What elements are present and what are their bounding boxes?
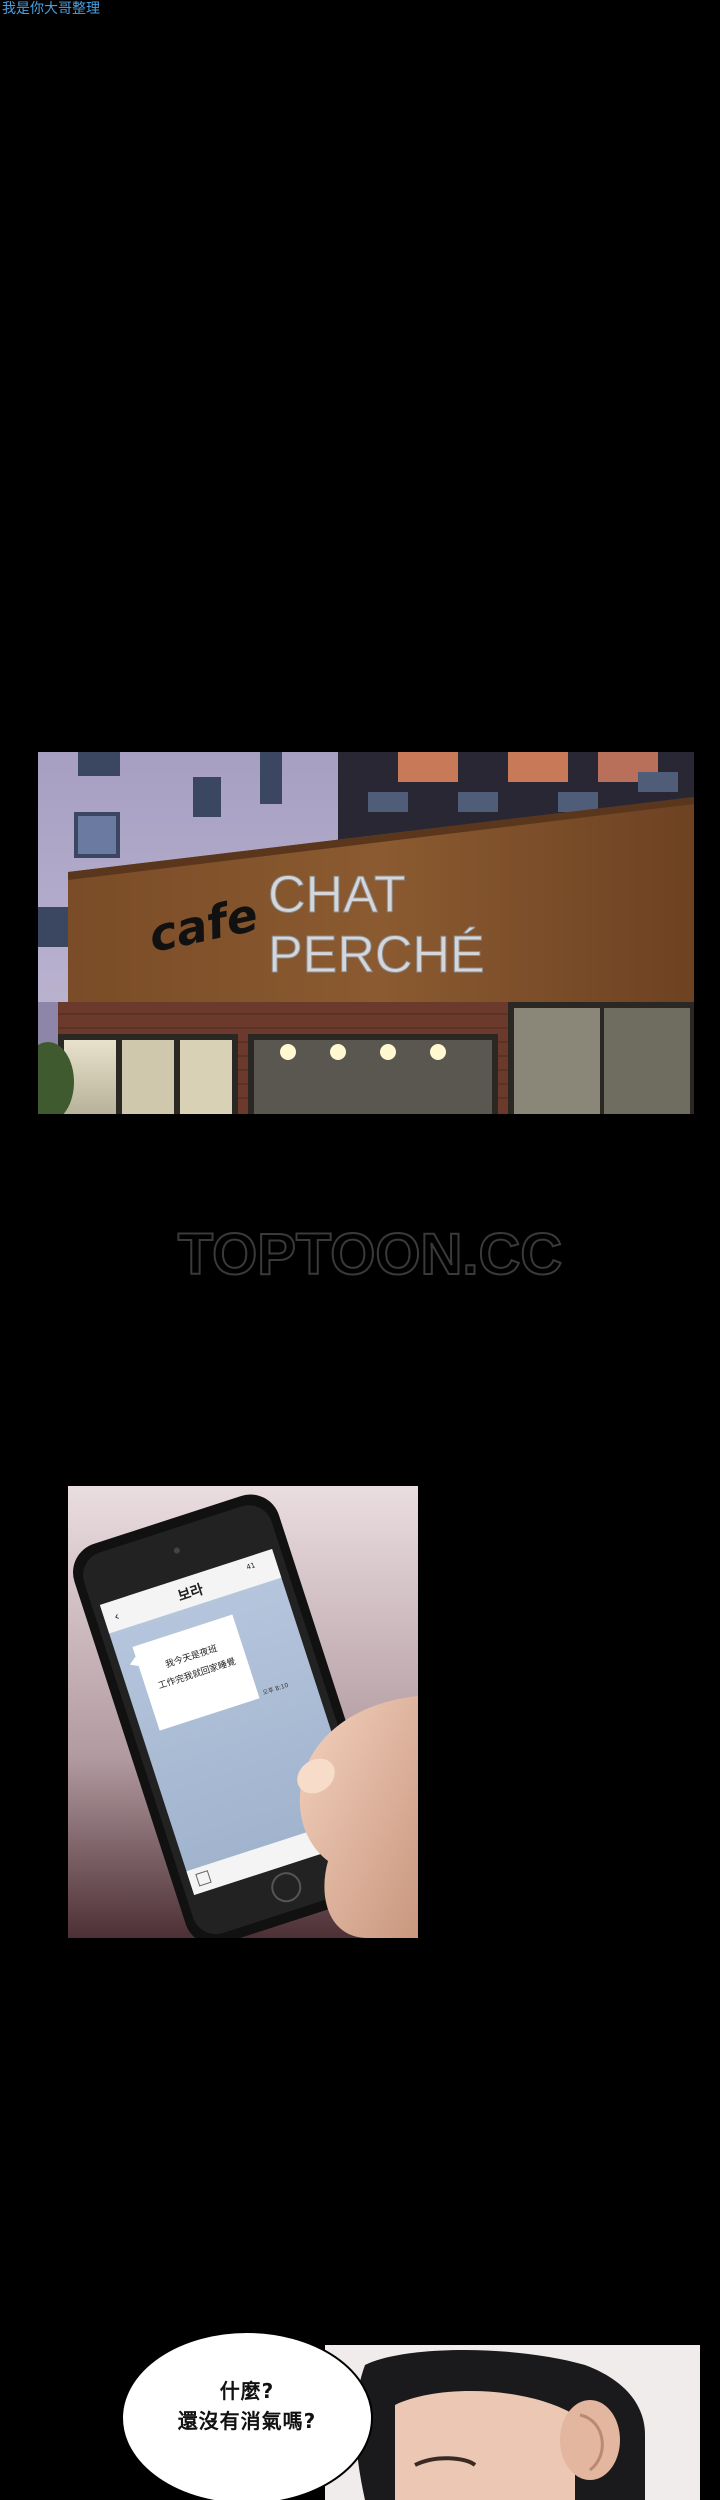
face-panel: [325, 2345, 700, 2500]
speech-line2: 還沒有消氣嗎?: [177, 2409, 317, 2433]
phone-panel: 보라 ‹ 41 我今天是夜班 工作完我就回家睡覺 오후 8:10: [68, 1486, 418, 1938]
face-illustration: [325, 2345, 700, 2500]
speech-line1: 什麼?: [219, 2379, 275, 2403]
phone-illustration: 보라 ‹ 41 我今天是夜班 工作完我就回家睡覺 오후 8:10: [68, 1486, 418, 1938]
sign-line1-text: CHAT: [268, 866, 406, 924]
speech-bubble: 什麼? 還沒有消氣嗎?: [120, 2318, 374, 2500]
sign-line2-text: PERCHÉ: [268, 926, 485, 984]
cafe-panel: cafe CHAT PERCHÉ: [38, 752, 694, 1114]
cafe-illustration: cafe CHAT PERCHÉ: [38, 752, 694, 1114]
watermark-text: TOPTOON.CC: [178, 1224, 563, 1287]
watermark: TOPTOON.CC: [168, 1221, 572, 1292]
credit-text: 我是你大哥整理: [2, 1, 100, 17]
